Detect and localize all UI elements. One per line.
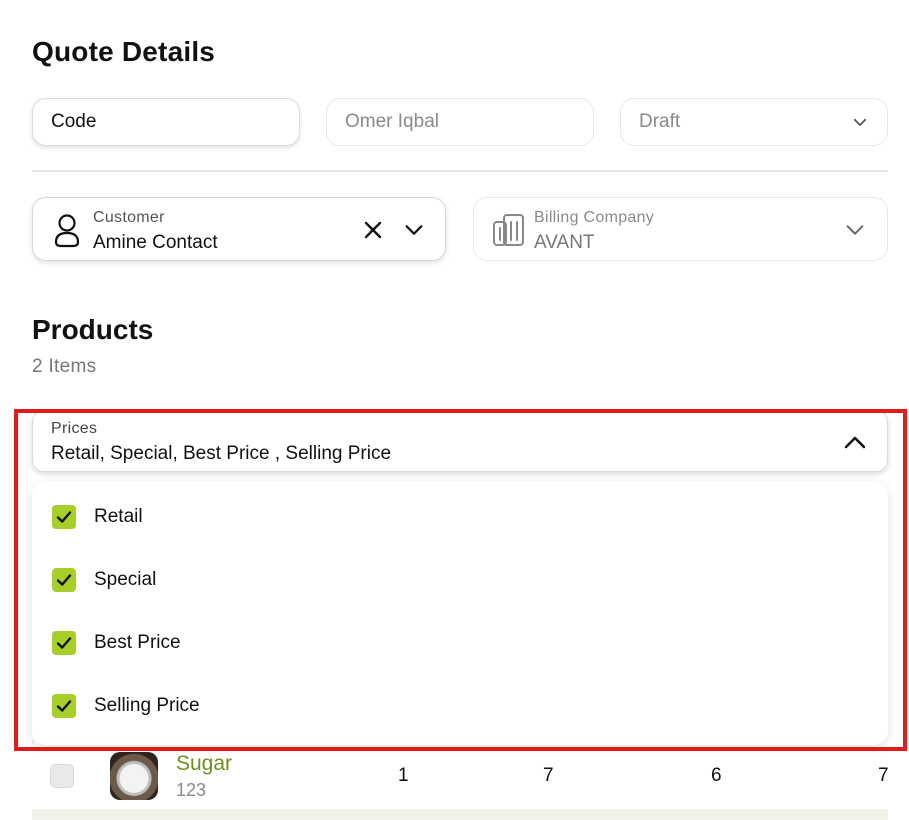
price-option-selling-price[interactable]: Selling Price: [52, 691, 200, 721]
billing-label: Billing Company: [534, 209, 655, 226]
status-value: Draft: [639, 111, 681, 132]
building-icon: [493, 214, 524, 246]
customer-select[interactable]: Customer Amine Contact: [32, 197, 446, 261]
prices-select[interactable]: Prices Retail, Special, Best Price , Sel…: [32, 410, 888, 472]
option-label: Selling Price: [94, 695, 200, 716]
owner-input[interactable]: Omer Iqbal: [326, 98, 594, 146]
customer-label: Customer: [93, 209, 165, 226]
product-cell: 7: [543, 765, 554, 786]
price-option-special[interactable]: Special: [52, 565, 156, 595]
price-option-best-price[interactable]: Best Price: [52, 628, 181, 658]
owner-placeholder: Omer Iqbal: [345, 111, 439, 132]
row-checkbox[interactable]: [50, 764, 74, 788]
code-placeholder: Code: [51, 111, 97, 132]
prices-value: Retail, Special, Best Price , Selling Pr…: [51, 443, 392, 464]
check-icon: [56, 574, 72, 586]
customer-value: Amine Contact: [93, 232, 218, 253]
product-sku: 123: [176, 780, 207, 800]
divider: [32, 170, 888, 172]
chevron-down-icon[interactable]: [844, 219, 866, 241]
table-row[interactable]: [32, 809, 888, 820]
prices-dropdown-menu: Retail Special Best Price Selling Price: [32, 481, 888, 745]
chevron-up-icon[interactable]: [843, 431, 867, 455]
option-label: Retail: [94, 506, 143, 527]
checkbox-checked[interactable]: [52, 694, 76, 718]
check-icon: [56, 511, 72, 523]
status-select[interactable]: Draft: [620, 98, 888, 146]
chevron-down-icon: [853, 118, 867, 126]
prices-label: Prices: [51, 420, 98, 437]
checkbox-checked[interactable]: [52, 505, 76, 529]
option-label: Special: [94, 569, 157, 590]
code-input[interactable]: Code: [32, 98, 300, 146]
billing-value: AVANT: [534, 232, 595, 253]
clear-icon[interactable]: [363, 220, 383, 240]
table-row[interactable]: [32, 745, 909, 809]
page-title: Quote Details: [32, 36, 216, 67]
check-icon: [56, 700, 72, 712]
product-cell: 6: [711, 765, 722, 786]
price-option-retail[interactable]: Retail: [52, 502, 143, 532]
product-cell: 1: [398, 765, 409, 786]
products-count: 2 Items: [32, 356, 97, 377]
product-thumbnail: [110, 752, 158, 800]
check-icon: [56, 637, 72, 649]
chevron-down-icon[interactable]: [403, 219, 425, 241]
checkbox-checked[interactable]: [52, 568, 76, 592]
product-cell: 7: [878, 765, 889, 786]
billing-company-select[interactable]: Billing Company AVANT: [473, 197, 888, 261]
product-name-link[interactable]: Sugar: [176, 752, 232, 776]
checkbox-checked[interactable]: [52, 631, 76, 655]
user-icon: [54, 214, 80, 248]
products-heading: Products: [32, 314, 154, 345]
option-label: Best Price: [94, 632, 181, 653]
